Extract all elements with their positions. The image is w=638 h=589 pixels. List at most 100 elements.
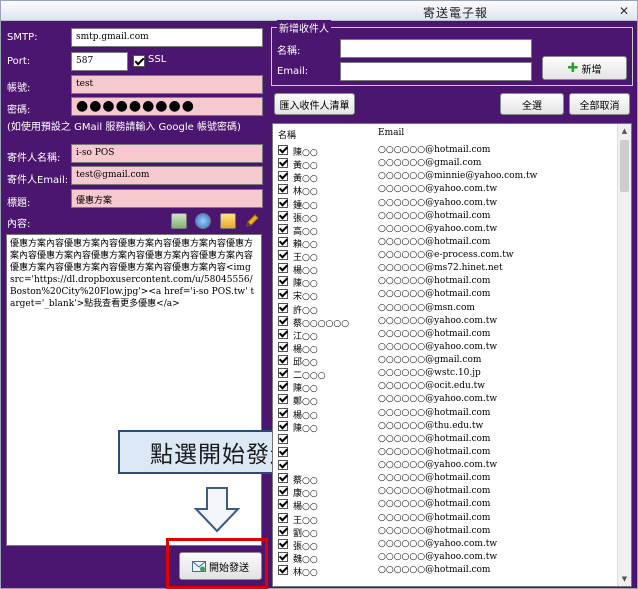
- list-item[interactable]: 楊○○ ○○○○○○@hotmail.com: [273, 498, 618, 512]
- recipient-list[interactable]: 名稱 Email 陳○○ ○○○○○○@hotmail.com 黃○○ ○○○○○○@…: [272, 123, 632, 587]
- port-input[interactable]: 587: [71, 52, 128, 71]
- row-checkbox[interactable]: [278, 145, 288, 155]
- row-checkbox[interactable]: [278, 499, 288, 510]
- list-item[interactable]: ○○○○○○@hotmail.com: [273, 446, 618, 459]
- list-item[interactable]: ○○○○○○@hotmail.com: [273, 433, 618, 446]
- list-item[interactable]: 林○○ ○○○○○○@hotmail.com: [273, 564, 618, 578]
- list-item[interactable]: 黃○○ ○○○○○○@minnie@yahoo.com.tw: [273, 170, 618, 184]
- password-input[interactable]: ●●●●●●●●●: [71, 97, 263, 116]
- list-item[interactable]: 蔡○○○○○○ ○○○○○○@yahoo.com.tw: [273, 315, 618, 329]
- recipient-email-input[interactable]: [340, 62, 532, 81]
- row-checkbox[interactable]: [278, 394, 288, 405]
- pencil-icon[interactable]: [244, 213, 260, 229]
- row-checkbox[interactable]: [278, 355, 288, 365]
- row-checkbox[interactable]: [278, 171, 288, 182]
- list-item[interactable]: 楊○○ ○○○○○○@hotmail.com: [273, 407, 618, 421]
- list-item[interactable]: 楊○○ ○○○○○○@ms72.hinet.net: [273, 262, 618, 276]
- list-item[interactable]: 康○○ ○○○○○○@hotmail.com: [273, 485, 618, 499]
- row-checkbox[interactable]: [278, 276, 288, 287]
- list-item[interactable]: 高○○ ○○○○○○@yahoo.com.tw: [273, 223, 618, 237]
- select-all-button[interactable]: 全選: [500, 93, 564, 115]
- row-checkbox[interactable]: [278, 315, 288, 326]
- image-icon[interactable]: [171, 213, 187, 229]
- list-item[interactable]: 蔡○○ ○○○○○○@hotmail.com: [273, 472, 618, 486]
- row-email: ○○○○○○@hotmail.com: [378, 473, 491, 484]
- list-scrollbar[interactable]: ▲ ▼: [617, 124, 631, 586]
- row-checkbox[interactable]: [278, 381, 288, 392]
- list-item[interactable]: 魏○○ ○○○○○○@yahoo.com.tw: [273, 551, 618, 565]
- row-checkbox[interactable]: [278, 341, 288, 352]
- row-checkbox[interactable]: [278, 551, 288, 562]
- list-item[interactable]: 王○○ ○○○○○○@e-process.com.tw: [273, 249, 618, 263]
- ssl-checkbox[interactable]: [133, 55, 145, 67]
- account-input[interactable]: test: [71, 75, 263, 94]
- scroll-thumb[interactable]: [620, 140, 629, 192]
- list-item[interactable]: 賴○○ ○○○○○○@hotmail.com: [273, 236, 618, 250]
- list-item[interactable]: 鄭○○ ○○○○○○@yahoo.com.tw: [273, 393, 618, 407]
- close-icon[interactable]: ✕: [619, 4, 629, 18]
- scroll-up-icon[interactable]: ▲: [618, 124, 631, 138]
- row-checkbox[interactable]: [278, 223, 288, 234]
- scroll-down-icon[interactable]: ▼: [618, 572, 631, 586]
- subject-input[interactable]: 優惠方案: [71, 189, 263, 208]
- list-item[interactable]: 邱○○ ○○○○○○@gmail.com: [273, 354, 618, 368]
- list-item[interactable]: 陳○○ ○○○○○○@ocit.edu.tw: [273, 380, 618, 394]
- list-item[interactable]: 張○○ ○○○○○○@hotmail.com: [273, 210, 618, 224]
- row-checkbox[interactable]: [278, 460, 288, 470]
- row-checkbox[interactable]: [278, 210, 288, 221]
- row-checkbox[interactable]: [278, 407, 288, 418]
- smtp-input[interactable]: smtp.gmail.com: [71, 28, 263, 47]
- recipient-name-input[interactable]: [340, 39, 532, 58]
- row-checkbox[interactable]: [278, 512, 288, 523]
- row-checkbox[interactable]: [278, 158, 288, 169]
- deselect-all-button[interactable]: 全部取消: [569, 93, 630, 115]
- subject-label: 標題:: [7, 198, 31, 209]
- list-item[interactable]: 劉○○ ○○○○○○@hotmail.com: [273, 525, 618, 539]
- row-email: ○○○○○○@wstc.10.jp: [378, 368, 481, 379]
- row-checkbox[interactable]: [278, 473, 288, 484]
- list-item[interactable]: 江○○ ○○○○○○@hotmail.com: [273, 328, 618, 342]
- folder-icon[interactable]: [220, 213, 236, 229]
- row-checkbox[interactable]: [278, 368, 288, 379]
- row-checkbox[interactable]: [278, 433, 288, 444]
- row-email: ○○○○○○@minnie@yahoo.com.tw: [378, 171, 538, 182]
- row-checkbox[interactable]: [278, 486, 288, 497]
- column-header-name[interactable]: 名稱: [278, 128, 296, 141]
- column-header-email[interactable]: Email: [378, 128, 404, 138]
- sender-name-input[interactable]: i-so POS: [71, 144, 263, 163]
- row-checkbox[interactable]: [278, 250, 288, 260]
- row-checkbox[interactable]: [278, 525, 288, 536]
- row-email: ○○○○○○@thu.edu.tw: [378, 420, 484, 431]
- list-item[interactable]: 王○○ ○○○○○○@hotmail.com: [273, 512, 618, 526]
- list-item[interactable]: 陳○○ ○○○○○○@hotmail.com: [273, 275, 618, 289]
- list-item[interactable]: 二○○○ ○○○○○○@wstc.10.jp: [273, 367, 618, 381]
- ssl-label: SSL: [148, 54, 167, 65]
- row-checkbox[interactable]: [278, 236, 288, 247]
- list-item[interactable]: 黃○○ ○○○○○○@gmail.com: [273, 157, 618, 171]
- list-item[interactable]: 楊○○ ○○○○○○@yahoo.com.tw: [273, 341, 618, 355]
- add-recipient-button[interactable]: ✚ 新增: [542, 56, 627, 80]
- list-item[interactable]: 許○○ ○○○○○○@msn.com: [273, 302, 618, 316]
- row-checkbox[interactable]: [278, 328, 288, 339]
- list-item[interactable]: 鍾○○ ○○○○○○@yahoo.com.tw: [273, 197, 618, 211]
- import-recipients-button[interactable]: 匯入收件人清單: [274, 93, 355, 115]
- sender-email-input[interactable]: test@gmail.com: [71, 166, 263, 185]
- start-send-button[interactable]: 開始發送: [179, 552, 262, 580]
- list-item[interactable]: 宋○○ ○○○○○○@hotmail.com: [273, 288, 618, 302]
- list-item[interactable]: ○○○○○○@yahoo.com.tw: [273, 459, 618, 472]
- row-checkbox[interactable]: [278, 446, 288, 457]
- list-item[interactable]: 陳○○ ○○○○○○@thu.edu.tw: [273, 420, 618, 434]
- row-name: 陳○○: [293, 148, 318, 158]
- list-item[interactable]: 陳○○ ○○○○○○@hotmail.com: [273, 144, 618, 158]
- row-checkbox[interactable]: [278, 184, 288, 195]
- row-checkbox[interactable]: [278, 538, 288, 549]
- row-checkbox[interactable]: [278, 302, 288, 313]
- row-checkbox[interactable]: [278, 565, 288, 575]
- row-checkbox[interactable]: [278, 197, 288, 208]
- globe-icon[interactable]: [195, 213, 211, 229]
- row-checkbox[interactable]: [278, 263, 288, 274]
- list-item[interactable]: 林○○ ○○○○○○@yahoo.com.tw: [273, 183, 618, 197]
- row-checkbox[interactable]: [278, 289, 288, 300]
- row-checkbox[interactable]: [278, 420, 288, 431]
- list-item[interactable]: 張○○ ○○○○○○@yahoo.com.tw: [273, 538, 618, 552]
